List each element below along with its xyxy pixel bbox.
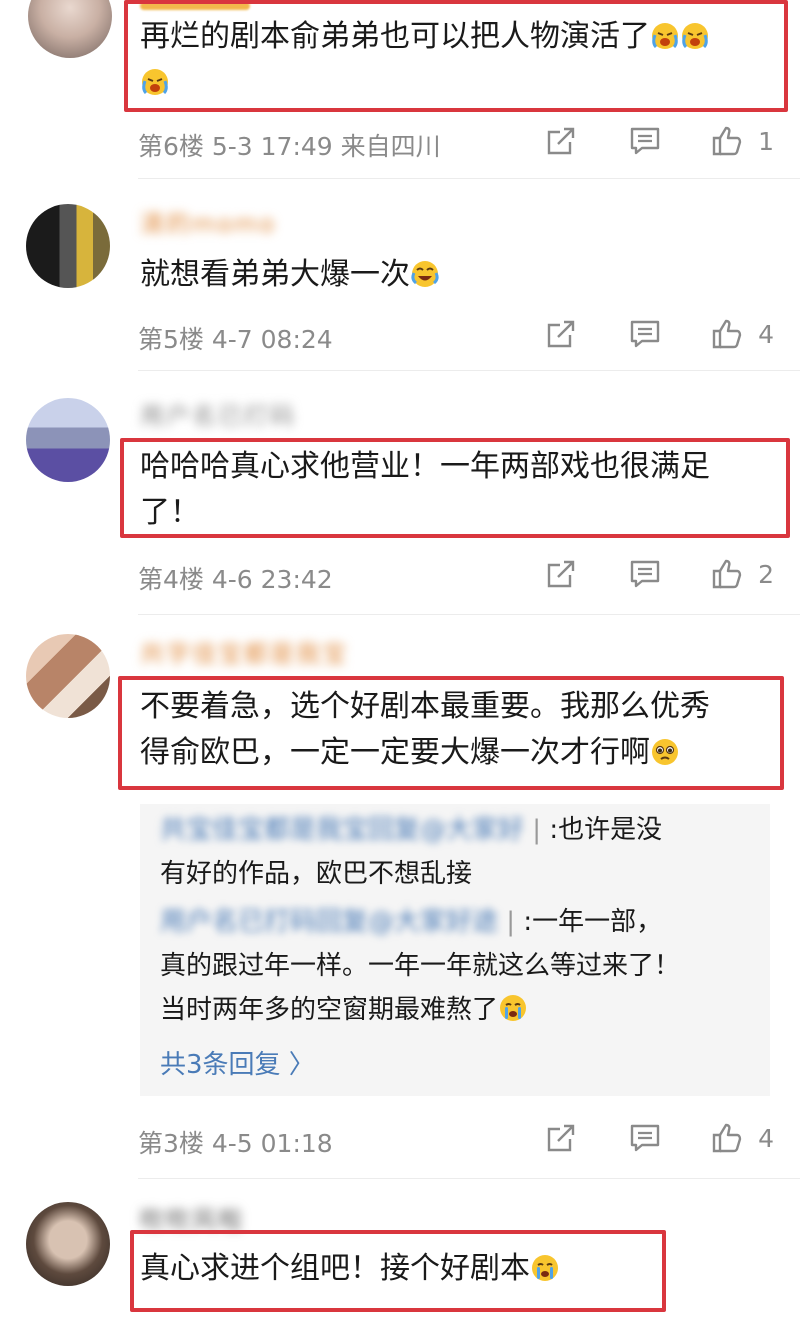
comment-date: 4-7 08:24 — [211, 325, 333, 354]
like-count: 4 — [758, 1123, 774, 1153]
comment-icon[interactable] — [628, 557, 662, 591]
comment-text: 真心求进个组吧！接个好剧本 — [140, 1246, 560, 1292]
like-button[interactable]: 4 — [710, 1121, 774, 1155]
comment-text-line: 再烂的剧本俞弟弟也可以把人物演活了 — [140, 19, 650, 54]
like-button[interactable]: 4 — [710, 317, 774, 351]
thumbs-up-icon — [710, 557, 744, 591]
thumbs-up-icon — [710, 124, 744, 158]
reply-username[interactable]: 用户名已打码回复@大家好途 — [160, 907, 498, 937]
like-count: 2 — [758, 559, 774, 589]
comment-icon[interactable] — [628, 124, 662, 158]
reply-text-line: 真的跟过年一样。一年一年就这么等过来了！ — [160, 951, 681, 981]
divider — [138, 178, 800, 179]
username[interactable]: 用户名已打码 — [140, 396, 296, 431]
comment-text-line: 真心求进个组吧！接个好剧本 — [140, 1251, 530, 1286]
comment-text: 哈哈哈真心求他营业！一年两部戏也很满足 了！ — [140, 444, 710, 536]
loudly-crying-emoji-icon — [530, 1251, 560, 1281]
crying-face-emoji-icon — [498, 993, 528, 1023]
comment-meta: 第6楼 5-3 17:49 来自四川 — [138, 127, 441, 163]
comment-meta: 第4楼 4-6 23:42 — [138, 560, 333, 596]
share-icon[interactable] — [544, 1121, 578, 1155]
like-button[interactable]: 2 — [710, 557, 774, 591]
username[interactable]: 清的momo — [140, 204, 276, 239]
comment-text-line: 了！ — [140, 495, 200, 530]
comment-location: 来自四川 — [340, 132, 441, 161]
comment-text: 再烂的剧本俞弟弟也可以把人物演活了 — [140, 14, 710, 106]
comment-meta: 第3楼 4-5 01:18 — [138, 1124, 333, 1160]
comment-date: 4-6 23:42 — [211, 565, 333, 594]
comment-floor-4: 用户名已打码 哈哈哈真心求他营业！一年两部戏也很满足 了！ 第4楼 4-6 23… — [0, 372, 800, 616]
crying-face-emoji-icon — [140, 65, 170, 95]
avatar[interactable] — [26, 634, 110, 718]
reply-text-line: :也许是没 — [549, 815, 663, 845]
comment-floor-6: 再烂的剧本俞弟弟也可以把人物演活了 第6楼 5-3 17:49 来自四川 1 — [0, 0, 800, 180]
thumbs-up-icon — [710, 317, 744, 351]
username[interactable]: 共字佳宝都是我宝 — [140, 634, 348, 669]
reply-username[interactable]: 共宝佳宝都是我宝回复@大家好 — [160, 815, 524, 845]
reply-text-line: 有好的作品，欧巴不想乱接 — [160, 859, 473, 889]
comment-text-line: 哈哈哈真心求他营业！一年两部戏也很满足 — [140, 449, 710, 484]
reply-text-line: :一年一部， — [523, 907, 663, 937]
comment-actions: 1 — [544, 124, 774, 158]
floor-number: 第4楼 — [138, 565, 204, 594]
reply-item: 共宝佳宝都是我宝回复@大家好 | :也许是没 — [160, 815, 663, 845]
comment-actions: 4 — [544, 1121, 774, 1155]
like-count: 4 — [758, 319, 774, 349]
floor-number: 第3楼 — [138, 1129, 204, 1158]
divider — [138, 370, 800, 371]
more-replies-link[interactable]: 共3条回复 〉 — [160, 1044, 315, 1081]
like-button[interactable]: 1 — [710, 124, 774, 158]
comment-text-line: 不要着急，选个好剧本最重要。我那么优秀 — [140, 689, 710, 724]
laughing-tears-emoji-icon — [410, 257, 440, 287]
comment-date: 5-3 17:49 — [211, 132, 333, 161]
reply-text-line: 当时两年多的空窗期最难熬了 — [160, 995, 499, 1025]
like-count: 1 — [758, 126, 774, 156]
comment-bottom: 吹吹风啦 真心求进个组吧！接个好剧本 — [0, 1180, 800, 1324]
floor-number: 第6楼 — [138, 132, 204, 161]
comment-date: 4-5 01:18 — [211, 1129, 333, 1158]
comment-text: 不要着急，选个好剧本最重要。我那么优秀 得俞欧巴，一定一定要大爆一次才行啊 — [140, 684, 710, 776]
avatar[interactable] — [26, 1202, 110, 1286]
comment-text-line: 得俞欧巴，一定一定要大爆一次才行啊 — [140, 735, 650, 770]
comment-text-line: 就想看弟弟大爆一次 — [140, 257, 410, 292]
avatar[interactable] — [28, 0, 112, 58]
crying-face-emoji-icon — [680, 19, 710, 49]
crying-face-emoji-icon — [650, 19, 680, 49]
comment-actions: 2 — [544, 557, 774, 591]
reply-item: 用户名已打码回复@大家好途 | :一年一部， — [160, 907, 663, 937]
share-icon[interactable] — [544, 124, 578, 158]
reply-box: 共宝佳宝都是我宝回复@大家好 | :也许是没 有好的作品，欧巴不想乱接 用户名已… — [140, 804, 770, 1096]
share-icon[interactable] — [544, 317, 578, 351]
avatar[interactable] — [26, 398, 110, 482]
divider — [138, 1178, 800, 1179]
comment-icon[interactable] — [628, 317, 662, 351]
reply-item-continued: 当时两年多的空窗期最难熬了 — [160, 990, 528, 1030]
reply-item-continued: 有好的作品，欧巴不想乱接 — [160, 854, 472, 894]
comment-icon[interactable] — [628, 1121, 662, 1155]
reply-item-continued: 真的跟过年一样。一年一年就这么等过来了！ — [160, 946, 680, 986]
avatar[interactable] — [26, 204, 110, 288]
share-icon[interactable] — [544, 557, 578, 591]
floor-number: 第5楼 — [138, 325, 204, 354]
comment-actions: 4 — [544, 317, 774, 351]
pleading-face-emoji-icon — [650, 735, 680, 765]
comment-text: 就想看弟弟大爆一次 — [140, 252, 440, 298]
comment-meta: 第5楼 4-7 08:24 — [138, 320, 333, 356]
divider — [138, 614, 800, 615]
comment-floor-3: 共字佳宝都是我宝 不要着急，选个好剧本最重要。我那么优秀 得俞欧巴，一定一定要大… — [0, 616, 800, 1180]
comment-floor-5: 清的momo 就想看弟弟大爆一次 第5楼 4-7 08:24 4 — [0, 180, 800, 372]
thumbs-up-icon — [710, 1121, 744, 1155]
